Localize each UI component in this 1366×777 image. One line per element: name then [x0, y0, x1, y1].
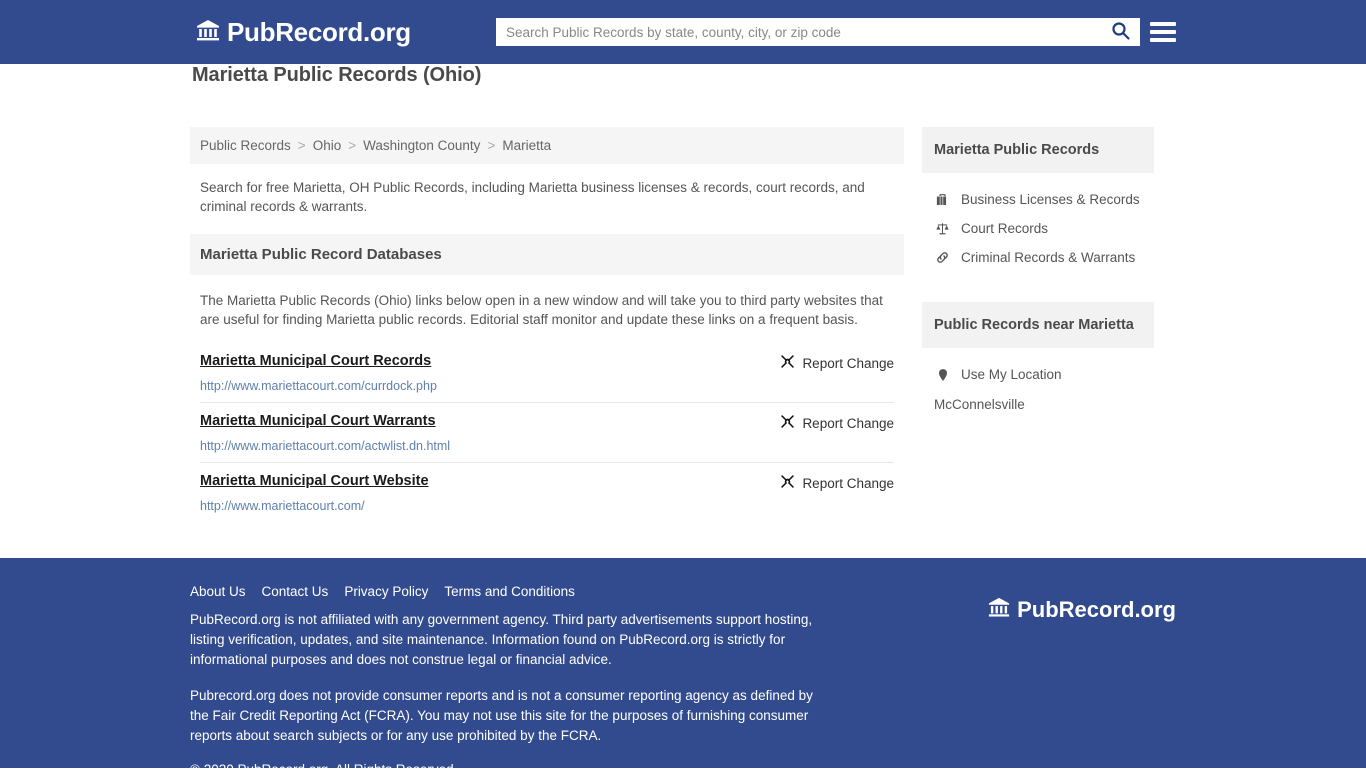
- sidebar-item-label: Criminal Records & Warrants: [961, 250, 1136, 265]
- footer-left: About Us Contact Us Privacy Policy Terms…: [190, 584, 890, 777]
- list-item: Marietta Municipal Court Website Report …: [200, 463, 894, 522]
- breadcrumb-item-ohio[interactable]: Ohio: [313, 138, 342, 153]
- report-change-button[interactable]: Report Change: [780, 413, 894, 432]
- footer-link-about-us[interactable]: About Us: [190, 584, 246, 599]
- footer-link-terms-and-conditions[interactable]: Terms and Conditions: [444, 584, 575, 599]
- record-link-url[interactable]: http://www.mariettacourt.com/currdock.ph…: [200, 379, 894, 393]
- sidebar-item-business-licenses[interactable]: Business Licenses & Records: [922, 185, 1154, 214]
- footer-copyright: © 2020 PubRecord.org. All Rights Reserve…: [190, 762, 458, 777]
- sidebar-item-court-records[interactable]: Court Records: [922, 214, 1154, 243]
- link-icon: [934, 250, 951, 265]
- page-description: Search for free Marietta, OH Public Reco…: [200, 180, 865, 214]
- breadcrumb-separator: >: [297, 138, 306, 153]
- breadcrumb-separator: >: [348, 138, 357, 153]
- breadcrumb-separator: >: [487, 138, 496, 153]
- footer-logo[interactable]: PubRecord.org: [988, 596, 1176, 624]
- sidebar-heading-records: Marietta Public Records: [922, 127, 1154, 173]
- bank-icon: [196, 18, 220, 46]
- page-title: Marietta Public Records (Ohio): [192, 64, 482, 86]
- nearby-city-mcconnelsville[interactable]: McConnelsville: [922, 389, 1154, 420]
- page-body: Marietta Public Records (Ohio) Public Re…: [0, 64, 1366, 558]
- footer-disclaimer-fcra: Pubrecord.org does not provide consumer …: [190, 688, 813, 743]
- report-change-button[interactable]: Report Change: [780, 473, 894, 492]
- breadcrumb: Public Records > Ohio > Washington Count…: [190, 127, 904, 164]
- sidebar-item-label: Court Records: [961, 221, 1049, 236]
- hamburger-menu-icon[interactable]: [1150, 19, 1176, 45]
- record-link-title[interactable]: Marietta Municipal Court Website: [200, 473, 429, 489]
- scales-icon: [934, 221, 951, 236]
- content-container: Public Records > Ohio > Washington Count…: [190, 105, 1176, 522]
- record-link-title[interactable]: Marietta Municipal Court Records: [200, 353, 431, 369]
- record-link-title[interactable]: Marietta Municipal Court Warrants: [200, 413, 436, 429]
- report-change-label: Report Change: [802, 475, 894, 491]
- sidebar-item-criminal-records[interactable]: Criminal Records & Warrants: [922, 243, 1154, 272]
- use-my-location-button[interactable]: Use My Location: [922, 360, 1154, 389]
- broken-link-icon: [780, 474, 795, 492]
- broken-link-icon: [780, 414, 795, 432]
- section-heading-databases: Marietta Public Record Databases: [190, 234, 904, 275]
- bank-icon: [988, 596, 1010, 624]
- site-footer: About Us Contact Us Privacy Policy Terms…: [0, 558, 1366, 777]
- list-item: Marietta Municipal Court Warrants Report…: [200, 403, 894, 463]
- report-change-label: Report Change: [802, 355, 894, 371]
- footer-links: About Us Contact Us Privacy Policy Terms…: [190, 584, 890, 599]
- sidebar-records-list: Business Licenses & Records Court Record…: [922, 173, 1154, 276]
- use-my-location-label: Use My Location: [961, 367, 1062, 382]
- broken-link-icon: [780, 354, 795, 372]
- footer-disclaimer-affiliation: PubRecord.org is not affiliated with any…: [190, 612, 813, 667]
- search-icon: [1111, 21, 1130, 43]
- footer-link-contact-us[interactable]: Contact Us: [262, 584, 329, 599]
- list-item: Marietta Municipal Court Records Report …: [200, 343, 894, 403]
- breadcrumb-item-marietta[interactable]: Marietta: [502, 138, 551, 153]
- record-links-list: Marietta Municipal Court Records Report …: [190, 343, 904, 522]
- site-logo-text: PubRecord.org: [227, 16, 411, 47]
- briefcase-icon: [934, 192, 951, 207]
- report-change-label: Report Change: [802, 415, 894, 431]
- sidebar: Marietta Public Records Business License…: [922, 127, 1154, 522]
- sidebar-item-label: Business Licenses & Records: [961, 192, 1140, 207]
- footer-logo-text: PubRecord.org: [1017, 597, 1176, 622]
- search-button[interactable]: [1109, 21, 1132, 43]
- site-logo[interactable]: PubRecord.org: [196, 17, 411, 48]
- record-link-url[interactable]: http://www.mariettacourt.com/actwlist.dn…: [200, 439, 894, 453]
- report-change-button[interactable]: Report Change: [780, 353, 894, 372]
- sidebar-nearby-list: Use My Location McConnelsville: [922, 348, 1154, 424]
- footer-link-privacy-policy[interactable]: Privacy Policy: [344, 584, 428, 599]
- section-body-databases: The Marietta Public Records (Ohio) links…: [200, 293, 883, 327]
- search-input[interactable]: [506, 24, 1109, 40]
- breadcrumb-item-public-records[interactable]: Public Records: [200, 138, 291, 153]
- map-pin-icon: [934, 368, 951, 382]
- record-link-url[interactable]: http://www.mariettacourt.com/: [200, 499, 894, 513]
- site-header: PubRecord.org: [0, 0, 1366, 64]
- sidebar-heading-nearby: Public Records near Marietta: [922, 302, 1154, 348]
- search-bar[interactable]: [496, 18, 1140, 46]
- breadcrumb-item-washington-county[interactable]: Washington County: [363, 138, 480, 153]
- main-column: Public Records > Ohio > Washington Count…: [190, 127, 904, 522]
